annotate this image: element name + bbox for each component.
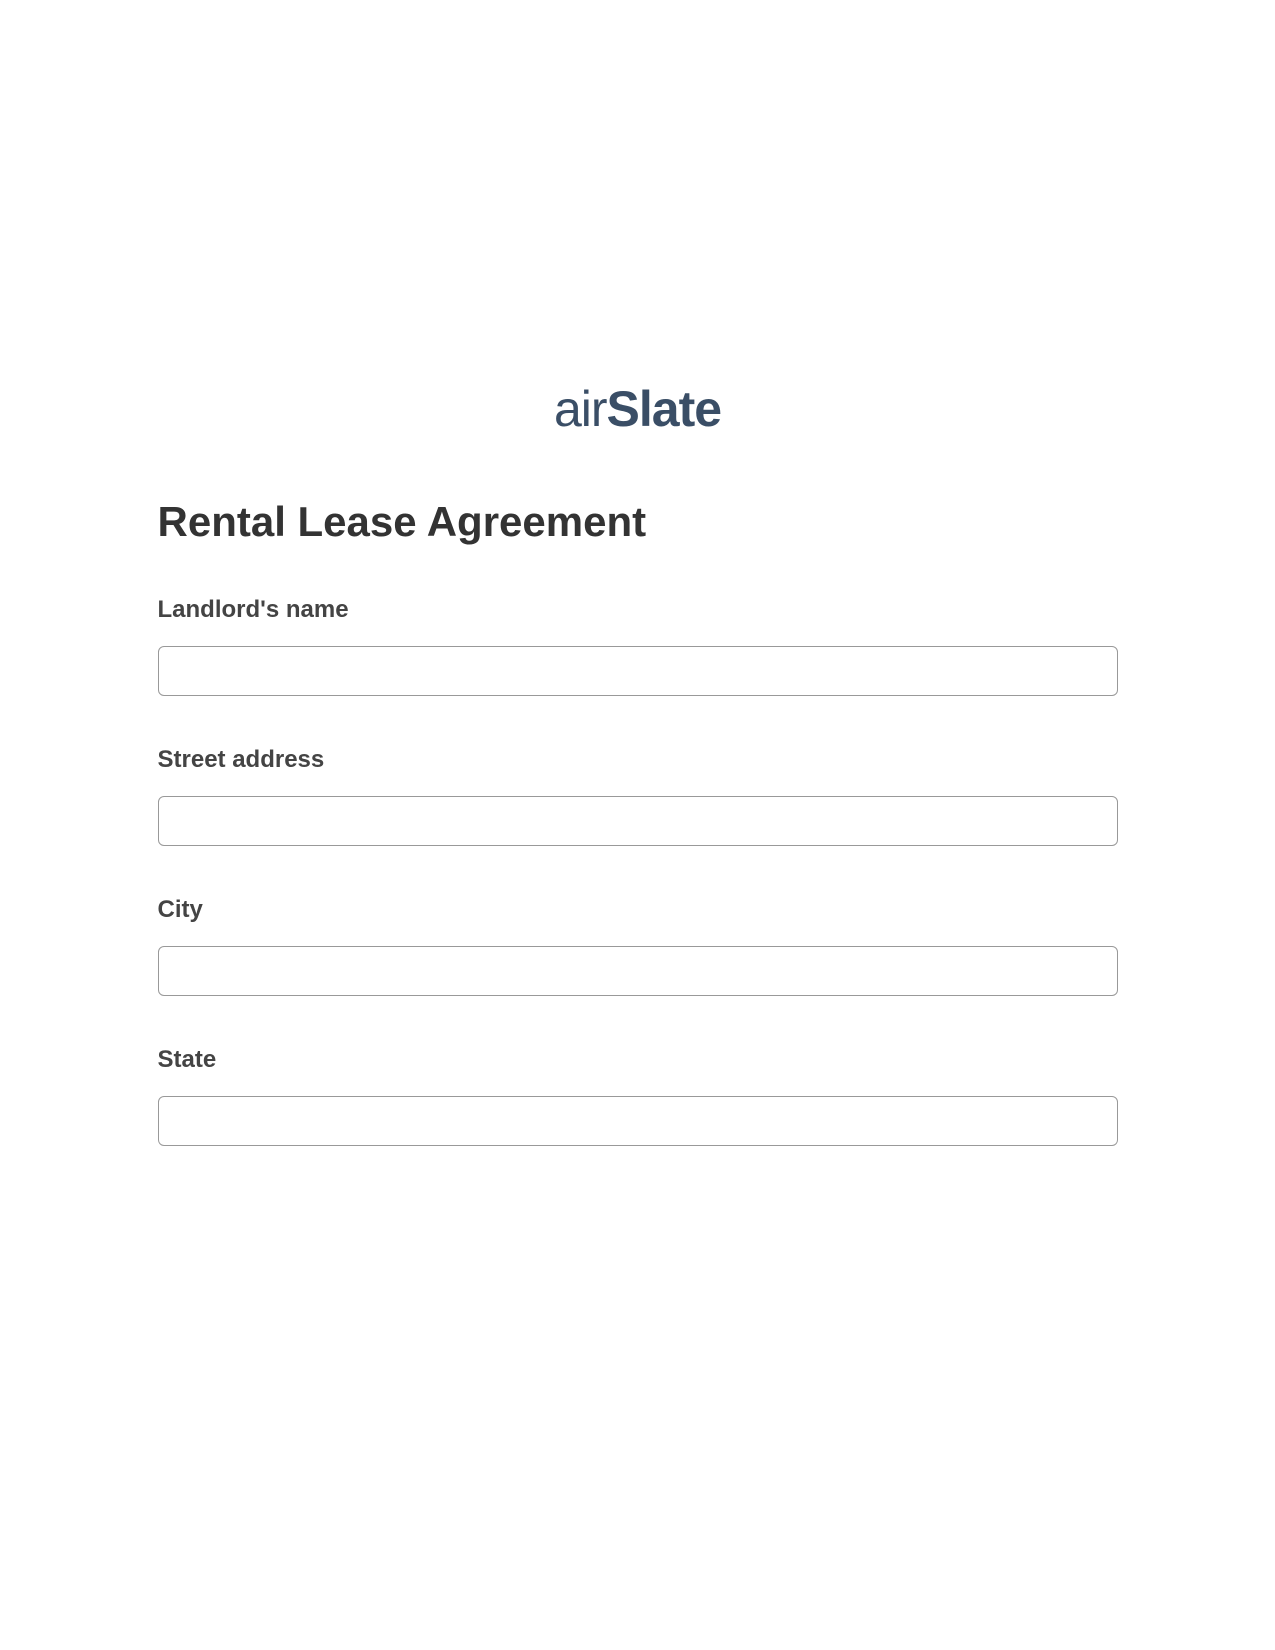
field-landlord-name: Landlord's name [158,596,1118,696]
page-title: Rental Lease Agreement [158,498,1118,546]
document-page: airSlate Rental Lease Agreement Landlord… [0,0,1275,1650]
input-city[interactable] [158,946,1118,996]
logo-container: airSlate [0,380,1275,438]
label-city: City [158,896,1118,924]
logo-part-slate: Slate [607,381,722,437]
input-street-address[interactable] [158,796,1118,846]
label-state: State [158,1046,1118,1074]
input-landlord-name[interactable] [158,646,1118,696]
label-street-address: Street address [158,746,1118,774]
input-state[interactable] [158,1096,1118,1146]
form-content: Rental Lease Agreement Landlord's name S… [158,498,1118,1146]
field-street-address: Street address [158,746,1118,846]
field-city: City [158,896,1118,996]
airslate-logo: airSlate [554,381,721,437]
field-state: State [158,1046,1118,1146]
logo-part-air: air [554,381,607,437]
label-landlord-name: Landlord's name [158,596,1118,624]
